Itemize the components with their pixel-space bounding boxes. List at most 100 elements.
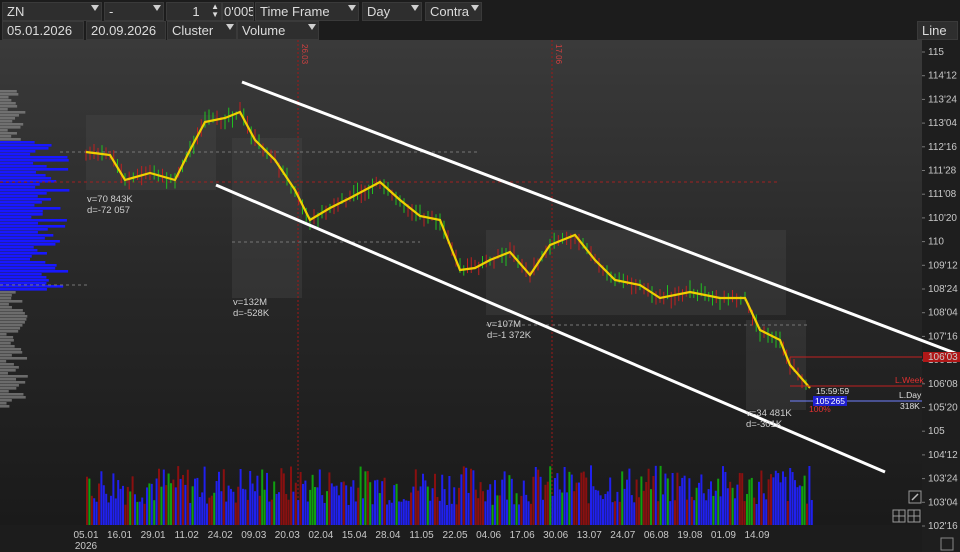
- volume-bar: [122, 485, 124, 525]
- line-button[interactable]: Line: [917, 21, 958, 40]
- volume-bar: [323, 502, 326, 525]
- profile-bar: [0, 288, 47, 291]
- period-mode-select[interactable]: -: [104, 2, 164, 21]
- profile-bar: [0, 324, 23, 327]
- volume-bar: [326, 491, 328, 525]
- volume-bar: [105, 493, 108, 525]
- volume-bar: [669, 501, 672, 525]
- volume-bar: [767, 479, 770, 525]
- volume-bar: [604, 493, 607, 525]
- price-axis-label: 115: [928, 47, 944, 58]
- volume-bar: [556, 473, 559, 525]
- interval-select[interactable]: Day: [362, 2, 422, 21]
- volume-bar: [167, 473, 170, 525]
- volume-bar: [107, 502, 110, 525]
- volume-bar: [220, 491, 223, 525]
- volume-bar: [146, 487, 148, 525]
- symbol-select[interactable]: ZN: [2, 2, 102, 21]
- volume-bar: [748, 479, 751, 525]
- volume-bar: [198, 496, 201, 525]
- volume-bar: [578, 482, 580, 525]
- price-axis-label: 107'16: [928, 331, 958, 342]
- profile-bar: [0, 90, 17, 93]
- volume-bar: [359, 466, 362, 525]
- volume-bar: [400, 501, 403, 525]
- date-axis-label: 05.01: [73, 530, 98, 541]
- profile-bar: [0, 336, 14, 339]
- volume-bar: [638, 497, 640, 525]
- tick-size-field[interactable]: 0'005: [222, 2, 254, 21]
- date-from-field[interactable]: 05.01.2026: [2, 21, 84, 40]
- date-to-field[interactable]: 20.09.2026: [86, 21, 166, 40]
- volume-bar: [227, 485, 230, 525]
- volume-bar: [335, 485, 338, 525]
- chart-area[interactable]: 26.03 17.06 115114'12113'24113'04112'161…: [0, 40, 960, 552]
- timeframe-select[interactable]: Time Frame: [255, 2, 359, 21]
- profile-bar: [0, 375, 28, 378]
- profile-bar: [0, 126, 21, 129]
- volume-bar: [770, 474, 772, 525]
- price-axis-label: 109'12: [928, 260, 958, 271]
- profile-bar: [0, 258, 31, 261]
- profile-bar: [0, 237, 45, 240]
- profile-bar: [0, 372, 8, 375]
- volume-bar: [484, 501, 487, 525]
- profile-bar: [0, 360, 7, 363]
- profile-bar: [0, 378, 17, 381]
- volume-bar: [191, 486, 194, 525]
- profile-bar: [0, 168, 69, 171]
- volume-bar: [371, 504, 374, 525]
- volume-bar: [131, 476, 134, 525]
- stepper-arrows-icon[interactable]: ▲ ▼: [211, 3, 219, 19]
- volume-bar: [489, 484, 492, 525]
- profile-bar: [0, 354, 12, 357]
- profile-bar: [0, 138, 21, 141]
- style-mode-select[interactable]: Contra: [425, 2, 482, 21]
- profile-bar: [0, 216, 32, 219]
- profile-bar: [0, 282, 47, 285]
- volume-bar: [124, 504, 127, 525]
- volume-bar: [201, 492, 204, 525]
- volume-bar: [621, 471, 624, 525]
- volume-bar: [640, 476, 643, 525]
- date-axis-label: 30.06: [543, 530, 568, 541]
- volume-bar: [280, 468, 283, 525]
- date-from-value: 05.01.2026: [7, 23, 73, 38]
- volume-bar: [210, 495, 213, 525]
- date-axis-label: 16.01: [107, 530, 132, 541]
- profile-bar: [0, 222, 39, 225]
- volume-bar: [712, 495, 715, 525]
- volume-bar: [458, 487, 460, 525]
- volume-bar: [597, 490, 600, 525]
- profile-bar: [0, 381, 26, 384]
- volume-bar: [148, 483, 151, 525]
- price-axis-label: 113'04: [928, 118, 957, 129]
- volume-bar: [549, 466, 552, 525]
- volume-bar: [246, 499, 249, 525]
- profile-bar: [0, 183, 40, 186]
- price-axis-label: 114'12: [928, 71, 957, 82]
- volume-bar: [803, 475, 806, 525]
- date-axis-label: 22.05: [443, 530, 468, 541]
- cluster-metric-select[interactable]: Volume: [237, 21, 319, 40]
- volume-bar: [729, 481, 732, 525]
- chevron-down-icon: [308, 24, 316, 30]
- volume-bar: [700, 474, 703, 525]
- volume-bar: [155, 478, 158, 525]
- volume-bar: [705, 500, 708, 525]
- volume-bar: [650, 489, 652, 525]
- volume-bar: [702, 493, 705, 525]
- volume-bar: [189, 502, 192, 525]
- price-axis-label: 111'08: [928, 189, 957, 200]
- profile-bar: [0, 108, 8, 111]
- volume-bar: [398, 501, 400, 525]
- volume-bar: [369, 482, 372, 525]
- volume-bar: [311, 474, 314, 525]
- profile-bar: [0, 309, 23, 312]
- chart-type-select[interactable]: Cluster: [167, 21, 237, 40]
- volume-bar: [465, 467, 468, 525]
- volume-bar: [810, 500, 813, 525]
- period-count-stepper[interactable]: 1 ▲ ▼: [166, 2, 222, 21]
- date-to-value: 20.09.2026: [91, 23, 157, 38]
- volume-bar: [222, 469, 225, 525]
